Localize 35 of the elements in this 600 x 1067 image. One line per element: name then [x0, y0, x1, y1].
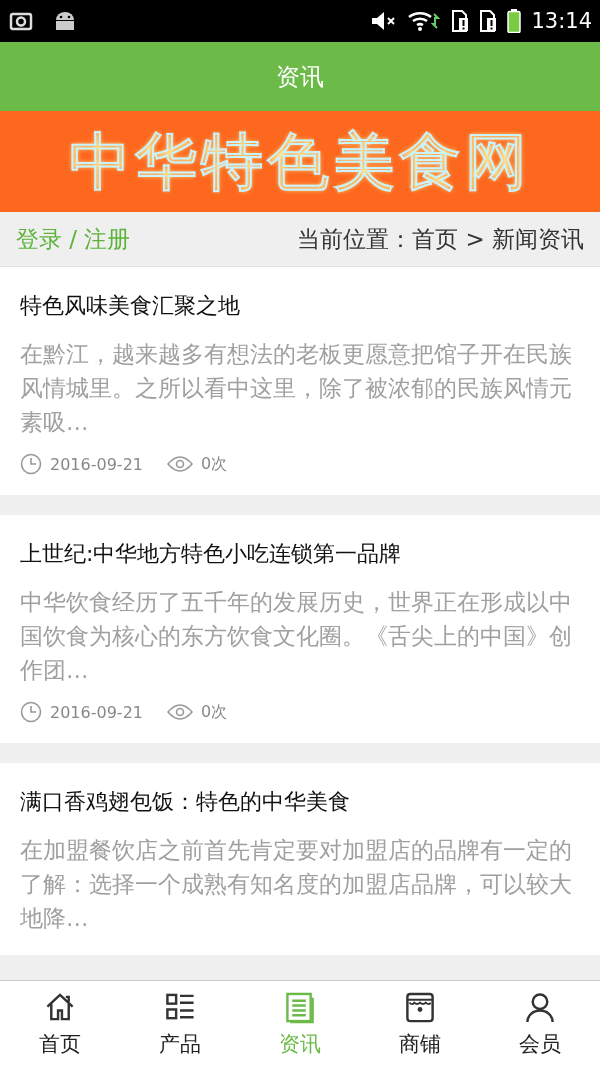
nav-tab[interactable]: 商铺	[360, 981, 480, 1067]
article-date: 2016-09-21	[50, 454, 143, 474]
sim-icon	[479, 10, 498, 32]
page-title: 资讯	[276, 61, 324, 93]
eye-icon	[167, 455, 193, 473]
nav-tab[interactable]: 会员	[480, 981, 600, 1067]
article-card[interactable]: 上世纪:中华地方特色小吃连锁第一品牌 中华饮食经历了五千年的发展历史，世界正在形成以中国饮食为核心的东方饮食文化圈。《舌尖上的中国》创作团… 2016-09-21 0次	[0, 515, 600, 743]
article-title: 满口香鸡翅包饭：特色的中华美食	[20, 788, 351, 816]
breadcrumb: 当前位置：首页 > 新闻资讯	[297, 224, 584, 254]
clock-icon	[20, 453, 42, 475]
article-title: 特色风味美食汇聚之地	[20, 292, 241, 320]
article-title: 上世纪:中华地方特色小吃连锁第一品牌	[20, 540, 403, 568]
document-icon	[284, 991, 316, 1024]
android-icon	[54, 10, 76, 32]
user-icon	[524, 991, 556, 1024]
article-summary: 中华饮食经历了五千年的发展历史，世界正在形成以中国饮食为核心的东方饮食文化圈。《舌尖上的中国》创作团…	[20, 588, 573, 685]
article-card[interactable]: 满口香鸡翅包饭：特色的中华美食 在加盟餐饮店之前首先肯定要对加盟店的品牌有一定的了解：选择一个成熟有知名度的加盟店品牌，可以较大地降…	[0, 763, 600, 955]
sim-icon	[451, 10, 470, 32]
nav-tab[interactable]: 首页	[0, 981, 120, 1067]
camera-icon	[8, 10, 34, 32]
clock-time: 13:14	[531, 9, 592, 33]
nav-tab[interactable]: 产品	[120, 981, 240, 1067]
mute-icon	[371, 10, 398, 32]
article-summary: 在黔江，越来越多有想法的老板更愿意把馆子开在民族风情城里。之所以看中这里，除了被浓郁的民族风情元素吸…	[20, 340, 573, 437]
shop-icon	[404, 991, 436, 1024]
article-date: 2016-09-21	[50, 702, 143, 722]
view-count: 0次	[201, 453, 228, 475]
view-count: 0次	[201, 701, 228, 723]
article-summary: 在加盟餐饮店之前首先肯定要对加盟店的品牌有一定的了解：选择一个成熟有知名度的加盟店品牌，可以较大地降…	[20, 836, 573, 933]
wifi-icon	[407, 10, 442, 32]
logo-text: 中华特色美食网	[69, 123, 531, 200]
eye-icon	[167, 703, 193, 721]
battery-icon	[507, 9, 522, 33]
clock-icon	[20, 701, 42, 723]
article-card[interactable]: 特色风味美食汇聚之地 在黔江，越来越多有想法的老板更愿意把馆子开在民族风情城里。之所以看中这里，除了被浓郁的民族风情元素吸… 2016-09-21 0次	[0, 267, 600, 495]
